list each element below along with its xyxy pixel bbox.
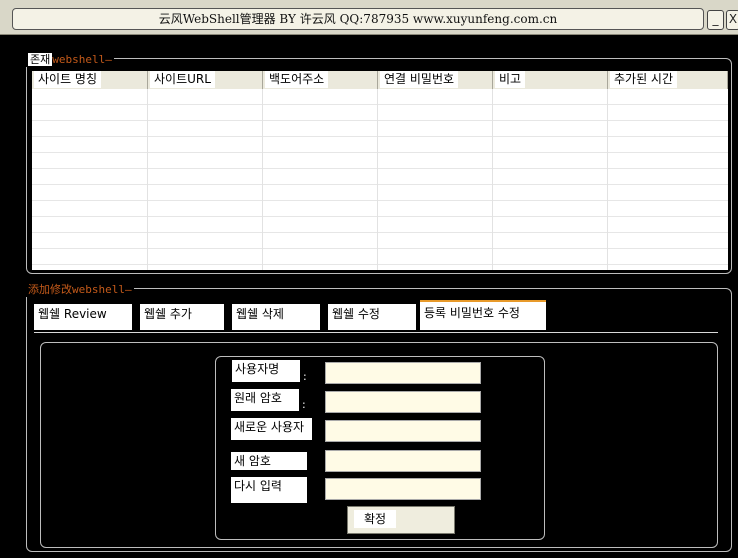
new-username-label: 새로운 사용자 [231,418,312,440]
colon: : [303,370,307,383]
column-label: 사이트 명칭 [34,71,102,88]
tab-divider [34,332,718,333]
tab-webshell-review[interactable]: 웹쉘 Review [34,304,132,330]
column-label: 사이트URL [150,71,215,88]
username-input[interactable] [325,362,481,384]
confirm-button[interactable]: 확정 [347,506,455,534]
column-header-site-name[interactable]: 사이트 명칭 [32,71,148,89]
webshell-list-view[interactable]: 사이트 명칭 사이트URL 백도어주소 연결 비밀번호 비고 추가된 시간 [32,71,728,270]
confirm-password-input[interactable] [325,478,481,500]
column-header-backdoor-address[interactable]: 백도어주소 [263,71,378,89]
confirm-button-label: 확정 [354,510,397,528]
minimize-button[interactable]: _ [707,10,724,30]
title-bar: 云风WebShell管理器 BY 许云风 QQ:787935 www.xuyun… [0,0,738,35]
new-password-input[interactable] [325,450,481,472]
column-header-connection-password[interactable]: 연결 비밀번호 [378,71,493,89]
list-header: 사이트 명칭 사이트URL 백도어주소 연결 비밀번호 비고 추가된 시간 [32,71,728,89]
new-username-input[interactable] [325,420,481,442]
column-label: 비고 [495,71,526,88]
tab-bar: 웹쉘 Review 웹쉘 추가 웹쉘 삭제 웹쉘 수정 등록 비밀번호 수정 [34,300,718,334]
column-label: 백도어주소 [265,71,329,88]
webshell-list-legend: 존재 webshell— [26,51,114,67]
window-title: 云风WebShell管理器 BY 许云风 QQ:787935 www.xuyun… [12,8,704,30]
webshell-edit-legend: 添加修改webshell— [26,281,134,297]
column-header-site-url[interactable]: 사이트URL [148,71,263,89]
colon: : [302,398,306,411]
new-password-label: 새 암호 [231,452,307,470]
list-body[interactable] [32,89,728,270]
username-label: 사용자명 [232,360,300,382]
column-header-added-time[interactable]: 추가된 시간 [608,71,728,89]
confirm-password-label: 다시 입력 [231,477,307,503]
tab-webshell-delete[interactable]: 웹쉘 삭제 [232,304,320,330]
column-label: 추가된 시간 [610,71,678,88]
legend-text: 添加修改webshell— [28,283,132,296]
column-header-note[interactable]: 비고 [493,71,608,89]
legend-text: webshell— [52,53,112,66]
close-button[interactable]: X [726,10,738,30]
tab-change-login-password[interactable]: 등록 비밀번호 수정 [420,300,546,330]
legend-highlight: 존재 [28,53,53,66]
tab-webshell-edit[interactable]: 웹쉘 수정 [328,304,416,330]
tab-webshell-add[interactable]: 웹쉘 추가 [140,304,224,330]
old-password-label: 원래 암호 [231,389,299,411]
old-password-input[interactable] [325,391,481,413]
column-label: 연결 비밀번호 [380,71,459,88]
